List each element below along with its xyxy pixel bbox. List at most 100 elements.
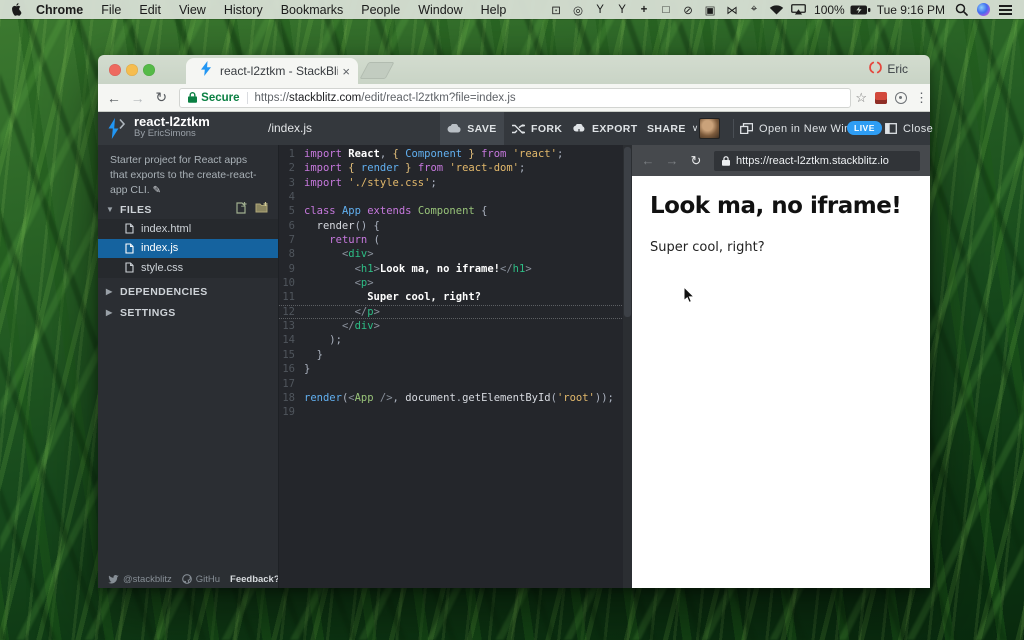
back-button[interactable]: ← [102,90,126,106]
mouse-cursor [683,286,695,308]
address-bar[interactable]: Secure https://stackblitz.com/edit/react… [179,88,851,108]
code-line-5[interactable]: 5class App extends Component { [279,204,632,218]
twitter-link[interactable]: @stackblitz [108,574,172,585]
twitter-bird-icon [108,575,119,584]
project-name[interactable]: react-l2ztkm [134,115,210,129]
code-line-11[interactable]: 11 Super cool, right? [279,290,632,304]
secure-indicator[interactable]: Secure [188,92,239,104]
apple-menu-icon[interactable] [10,3,27,16]
profile-avatar-icon [869,61,882,77]
extension-icon-2[interactable] [895,92,907,104]
extension-icon-1[interactable] [875,92,887,104]
editor-scrollbar[interactable] [623,145,632,588]
tab-close-icon[interactable]: × [342,64,350,79]
spotlight-icon[interactable] [950,0,972,19]
video-capture-icon[interactable]: ⊡ [545,0,567,19]
menu-item-file[interactable]: File [92,3,130,17]
preview-reload-button[interactable]: ↻ [684,153,708,169]
preview-url-text: https://react-l2ztkm.stackblitz.io [736,155,889,167]
new-tab-button[interactable] [359,62,394,79]
menu-item-edit[interactable]: Edit [130,3,170,17]
preview-address-bar[interactable]: https://react-l2ztkm.stackblitz.io [714,151,920,171]
code-line-17[interactable]: 17 [279,377,632,391]
new-folder-icon[interactable] [255,202,268,217]
notification-center-icon[interactable] [994,0,1016,19]
code-line-9[interactable]: 9 <h1>Look ma, no iframe!</h1> [279,262,632,276]
fork-icon [512,124,525,134]
code-line-4[interactable]: 4 [279,190,632,204]
menu-item-history[interactable]: History [215,3,272,17]
code-line-12[interactable]: 12 </p> [279,305,632,319]
fork-button[interactable]: FORK [512,112,562,145]
airplay-icon[interactable] [787,0,809,19]
code-line-8[interactable]: 8 <div> [279,247,632,261]
menu-item-chrome[interactable]: Chrome [27,3,92,17]
wifi-icon[interactable] [765,0,787,19]
lock-icon [188,92,197,103]
menu-item-people[interactable]: People [352,3,409,17]
battery-charging-icon[interactable] [850,0,872,19]
code-line-3[interactable]: 3import './style.css'; [279,176,632,190]
code-line-18[interactable]: 18render(<App />, document.getElementByI… [279,391,632,405]
file-row-index.html[interactable]: index.html [98,219,278,239]
code-line-19[interactable]: 19 [279,405,632,419]
window-minimize-button[interactable] [126,64,138,76]
editor-scrollbar-thumb[interactable] [624,147,631,317]
window-zoom-button[interactable] [143,64,155,76]
export-button[interactable]: EXPORT [572,112,638,145]
project-byline[interactable]: By EricSimons [134,129,210,139]
workflow-icon-1[interactable]: Y [589,0,611,19]
code-line-10[interactable]: 10 <p> [279,276,632,290]
new-file-icon[interactable] [236,202,247,217]
menu-item-window[interactable]: Window [409,3,471,17]
window-close-button[interactable] [109,64,121,76]
reload-button[interactable]: ↻ [149,89,173,106]
code-editor[interactable]: 1import React, { Component } from 'react… [278,145,632,588]
sync-app-icon[interactable]: ⋈ [721,0,743,19]
menu-item-help[interactable]: Help [472,3,516,17]
window-app-icon[interactable]: □ [655,0,677,19]
screenshot-app-icon[interactable]: ▣ [699,0,721,19]
code-line-13[interactable]: 13 </div> [279,319,632,333]
line-number: 2 [279,161,295,175]
siri-icon[interactable] [972,0,994,19]
code-line-14[interactable]: 14 ); [279,333,632,347]
github-link[interactable]: GitHu [182,574,220,585]
file-row-index.js[interactable]: index.js [98,239,278,259]
do-not-disturb-icon[interactable]: ⊘ [677,0,699,19]
chrome-menu-icon[interactable]: ⋮ [915,90,930,106]
dependencies-section-header[interactable]: ▶ DEPENDENCIES [98,282,278,301]
close-preview-button[interactable]: Close [885,112,933,145]
preview-forward-button[interactable]: → [660,153,684,168]
code-line-16[interactable]: 16} [279,362,632,376]
swirl-app-icon[interactable]: ◎ [567,0,589,19]
crosshair-icon[interactable]: ⌖ [743,0,765,19]
save-button[interactable]: SAVE [440,112,504,145]
settings-section-header[interactable]: ▶ SETTINGS [98,303,278,322]
stackblitz-logo-icon[interactable] [107,118,129,144]
code-line-1[interactable]: 1import React, { Component } from 'react… [279,147,632,161]
line-number: 3 [279,176,295,190]
browser-profile[interactable]: Eric [869,61,908,77]
bookmark-star-icon[interactable]: ☆ [855,90,867,106]
file-row-style.css[interactable]: style.css [98,258,278,278]
code-line-2[interactable]: 2import { render } from 'react-dom'; [279,161,632,175]
feedback-link[interactable]: Feedback? [230,574,280,585]
menu-item-bookmarks[interactable]: Bookmarks [272,3,353,17]
user-avatar[interactable] [699,118,720,139]
files-section-header[interactable]: ▼ FILES [98,200,278,219]
code-line-6[interactable]: 6 render() { [279,219,632,233]
forward-button[interactable]: → [126,90,150,106]
health-app-icon[interactable]: + [633,0,655,19]
clock[interactable]: Tue 9:16 PM [872,3,950,17]
edit-description-icon[interactable]: ✎ [153,185,161,196]
close-panel-icon [885,123,897,134]
code-line-7[interactable]: 7 return ( [279,233,632,247]
share-button[interactable]: SHARE ∨ [647,112,699,145]
browser-tab-active[interactable]: react-l2ztkm - StackBlitz × [186,58,358,84]
workflow-icon-2[interactable]: Y [611,0,633,19]
preview-back-button[interactable]: ← [636,153,660,168]
code-line-15[interactable]: 15 } [279,348,632,362]
live-badge: LIVE [847,121,882,135]
menu-item-view[interactable]: View [170,3,215,17]
